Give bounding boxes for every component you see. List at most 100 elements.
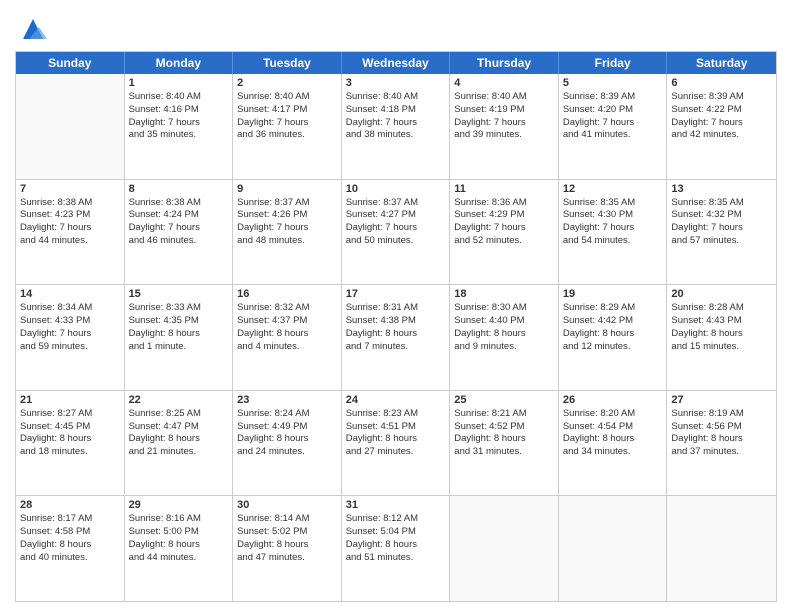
day-cell-13: 13Sunrise: 8:35 AMSunset: 4:32 PMDayligh… xyxy=(667,180,776,285)
daylight-minutes: and 59 minutes. xyxy=(20,341,120,354)
daylight-hours: Daylight: 7 hours xyxy=(563,222,663,235)
sunrise: Sunrise: 8:12 AM xyxy=(346,513,446,526)
sunset: Sunset: 4:52 PM xyxy=(454,421,554,434)
calendar-row-2: 14Sunrise: 8:34 AMSunset: 4:33 PMDayligh… xyxy=(16,285,776,391)
day-number: 19 xyxy=(563,288,663,300)
sunset: Sunset: 4:30 PM xyxy=(563,209,663,222)
day-cell-27: 27Sunrise: 8:19 AMSunset: 4:56 PMDayligh… xyxy=(667,391,776,496)
daylight-minutes: and 54 minutes. xyxy=(563,235,663,248)
daylight-hours: Daylight: 7 hours xyxy=(346,222,446,235)
daylight-hours: Daylight: 7 hours xyxy=(346,117,446,130)
day-number: 3 xyxy=(346,77,446,89)
sunrise: Sunrise: 8:28 AM xyxy=(671,302,772,315)
day-cell-3: 3Sunrise: 8:40 AMSunset: 4:18 PMDaylight… xyxy=(342,74,451,179)
day-number: 28 xyxy=(20,499,120,511)
sunrise: Sunrise: 8:40 AM xyxy=(454,91,554,104)
sunset: Sunset: 5:02 PM xyxy=(237,526,337,539)
logo-icon xyxy=(19,15,47,43)
calendar-header: SundayMondayTuesdayWednesdayThursdayFrid… xyxy=(16,52,776,74)
sunrise: Sunrise: 8:27 AM xyxy=(20,408,120,421)
calendar-row-0: 1Sunrise: 8:40 AMSunset: 4:16 PMDaylight… xyxy=(16,74,776,180)
calendar-row-1: 7Sunrise: 8:38 AMSunset: 4:23 PMDaylight… xyxy=(16,180,776,286)
sunrise: Sunrise: 8:35 AM xyxy=(671,197,772,210)
day-number: 24 xyxy=(346,394,446,406)
day-cell-11: 11Sunrise: 8:36 AMSunset: 4:29 PMDayligh… xyxy=(450,180,559,285)
day-cell-7: 7Sunrise: 8:38 AMSunset: 4:23 PMDaylight… xyxy=(16,180,125,285)
daylight-minutes: and 42 minutes. xyxy=(671,129,772,142)
sunrise: Sunrise: 8:24 AM xyxy=(237,408,337,421)
daylight-hours: Daylight: 8 hours xyxy=(454,433,554,446)
daylight-minutes: and 57 minutes. xyxy=(671,235,772,248)
day-cell-1: 1Sunrise: 8:40 AMSunset: 4:16 PMDaylight… xyxy=(125,74,234,179)
daylight-hours: Daylight: 8 hours xyxy=(237,539,337,552)
daylight-minutes: and 41 minutes. xyxy=(563,129,663,142)
daylight-minutes: and 36 minutes. xyxy=(237,129,337,142)
day-cell-26: 26Sunrise: 8:20 AMSunset: 4:54 PMDayligh… xyxy=(559,391,668,496)
day-number: 21 xyxy=(20,394,120,406)
day-number: 13 xyxy=(671,183,772,195)
sunrise: Sunrise: 8:38 AM xyxy=(20,197,120,210)
daylight-hours: Daylight: 8 hours xyxy=(346,539,446,552)
sunset: Sunset: 4:19 PM xyxy=(454,104,554,117)
sunrise: Sunrise: 8:30 AM xyxy=(454,302,554,315)
calendar-row-4: 28 Sunrise: 8:17 AMSunset: 4:58 PM Dayligh… xyxy=(16,496,776,601)
sunset: Sunset: 4:33 PM xyxy=(20,315,120,328)
day-number: 22 xyxy=(129,394,229,406)
daylight-hours: Daylight: 8 hours xyxy=(563,433,663,446)
daylight-hours: Daylight: 7 hours xyxy=(454,117,554,130)
sunrise: Sunrise: 8:38 AM xyxy=(129,197,229,210)
daylight-minutes: and 18 minutes. xyxy=(20,446,120,459)
day-header-saturday: Saturday xyxy=(667,52,776,74)
day-number: 9 xyxy=(237,183,337,195)
sunrise: Sunrise: 8:31 AM xyxy=(346,302,446,315)
sunrise: Sunrise: 8:33 AM xyxy=(129,302,229,315)
day-header-friday: Friday xyxy=(559,52,668,74)
sunset: Sunset: 4:32 PM xyxy=(671,209,772,222)
daylight-minutes: and 34 minutes. xyxy=(563,446,663,459)
sunrise: Sunrise: 8:20 AM xyxy=(563,408,663,421)
day-cell-20: 20Sunrise: 8:28 AMSunset: 4:43 PMDayligh… xyxy=(667,285,776,390)
daylight-hours: Daylight: 8 hours xyxy=(20,433,120,446)
day-header-thursday: Thursday xyxy=(450,52,559,74)
day-number: 25 xyxy=(454,394,554,406)
daylight-hours: Daylight: 8 hours xyxy=(671,328,772,341)
day-number: 5 xyxy=(563,77,663,89)
sunset: Sunset: 4:42 PM xyxy=(563,315,663,328)
daylight-hours: Daylight: 8 hours xyxy=(237,433,337,446)
sunset: Sunset: 4:22 PM xyxy=(671,104,772,117)
daylight-hours: Daylight: 8 hours xyxy=(454,328,554,341)
calendar-row-3: 21Sunrise: 8:27 AMSunset: 4:45 PMDayligh… xyxy=(16,391,776,497)
day-cell-23: 23Sunrise: 8:24 AMSunset: 4:49 PMDayligh… xyxy=(233,391,342,496)
day-cell-22: 22Sunrise: 8:25 AMSunset: 4:47 PMDayligh… xyxy=(125,391,234,496)
day-number: 1 xyxy=(129,77,229,89)
daylight-minutes: and 35 minutes. xyxy=(129,129,229,142)
daylight-minutes: and 9 minutes. xyxy=(454,341,554,354)
daylight-hours: Daylight: 7 hours xyxy=(129,222,229,235)
daylight-minutes: and 44 minutes. xyxy=(20,235,120,248)
sunset: Sunset: 4:54 PM xyxy=(563,421,663,434)
sunset: Sunset: 4:58 PM xyxy=(20,526,120,539)
sunset: Sunset: 4:20 PM xyxy=(563,104,663,117)
daylight-hours: Daylight: 8 hours xyxy=(129,433,229,446)
sunrise: Sunrise: 8:19 AM xyxy=(671,408,772,421)
daylight-minutes: and 52 minutes. xyxy=(454,235,554,248)
empty-cell xyxy=(559,496,668,601)
daylight-hours: Daylight: 7 hours xyxy=(237,117,337,130)
day-cell-5: 5Sunrise: 8:39 AMSunset: 4:20 PMDaylight… xyxy=(559,74,668,179)
day-number: 17 xyxy=(346,288,446,300)
sunrise: Sunrise: 8:25 AM xyxy=(129,408,229,421)
daylight-minutes: and 50 minutes. xyxy=(346,235,446,248)
sunrise: Sunrise: 8:17 AM xyxy=(20,513,120,526)
sunrise: Sunrise: 8:34 AM xyxy=(20,302,120,315)
daylight-hours: Daylight: 8 hours xyxy=(346,328,446,341)
day-cell-31: 31Sunrise: 8:12 AMSunset: 5:04 PMDayligh… xyxy=(342,496,451,601)
day-number: 18 xyxy=(454,288,554,300)
daylight-hours: Daylight: 7 hours xyxy=(129,117,229,130)
day-number: 20 xyxy=(671,288,772,300)
daylight-minutes: and 40 minutes. xyxy=(20,552,120,565)
day-number: 11 xyxy=(454,183,554,195)
sunset: Sunset: 4:49 PM xyxy=(237,421,337,434)
sunset: Sunset: 4:23 PM xyxy=(20,209,120,222)
daylight-minutes: and 31 minutes. xyxy=(454,446,554,459)
logo xyxy=(15,15,47,43)
